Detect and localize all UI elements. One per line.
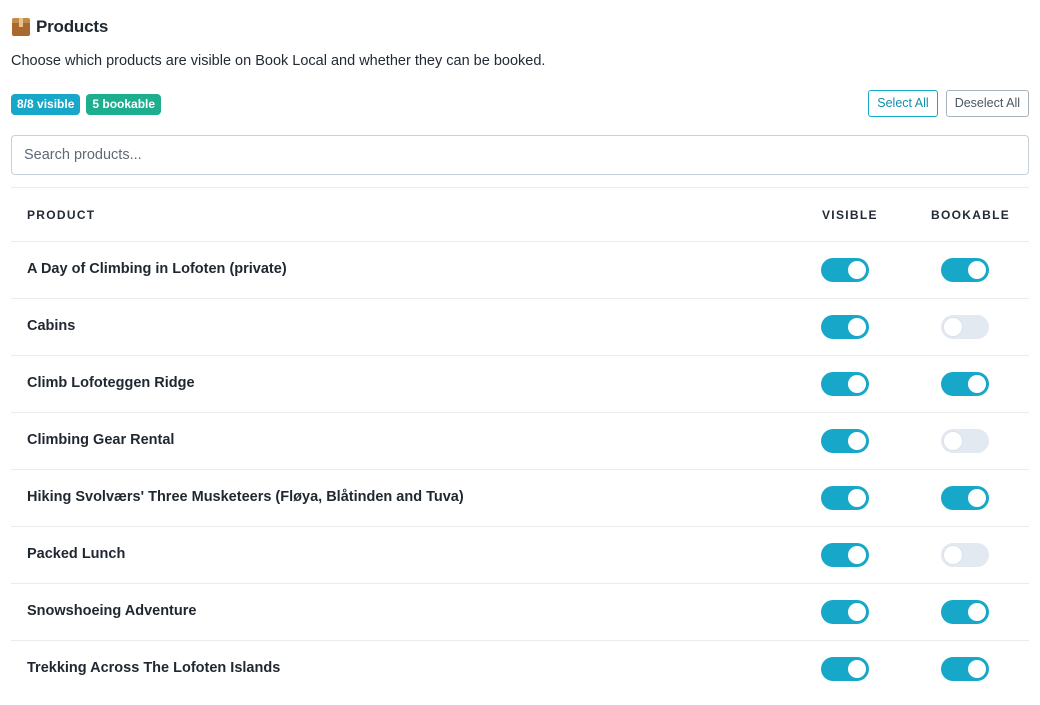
package-icon [11, 17, 31, 37]
toggle-knob [968, 489, 986, 507]
product-name: Climbing Gear Rental [27, 432, 175, 448]
table-row: Climb Lofoteggen Ridge [11, 356, 1029, 413]
bookable-toggle[interactable] [941, 315, 989, 339]
product-name: Cabins [27, 318, 76, 334]
product-name: Hiking Svolværs' Three Musketeers (Fløya… [27, 489, 464, 505]
table-body: A Day of Climbing in Lofoten (private) Ca… [11, 242, 1029, 698]
visible-toggle[interactable] [821, 600, 869, 624]
product-name: Packed Lunch [27, 546, 126, 562]
visible-toggle[interactable] [821, 372, 869, 396]
column-header-bookable: BOOKABLE [931, 208, 1011, 222]
product-name: Trekking Across The Lofoten Islands [27, 660, 281, 676]
table-header: PRODUCT VISIBLE BOOKABLE [11, 188, 1029, 242]
toggle-knob [848, 660, 866, 678]
toggle-knob [848, 261, 866, 279]
panel-description: Choose which products are visible on Boo… [11, 53, 546, 69]
table-row: Hiking Svolværs' Three Musketeers (Fløya… [11, 470, 1029, 527]
table-row: Trekking Across The Lofoten Islands [11, 641, 1029, 698]
toggle-knob [968, 261, 986, 279]
toggle-knob [848, 375, 866, 393]
table-row: Snowshoeing Adventure [11, 584, 1029, 641]
product-name: Snowshoeing Adventure [27, 603, 197, 619]
bookable-toggle[interactable] [941, 258, 989, 282]
toggle-knob [968, 660, 986, 678]
table-row: Climbing Gear Rental [11, 413, 1029, 470]
visible-toggle[interactable] [821, 543, 869, 567]
visible-toggle[interactable] [821, 258, 869, 282]
column-header-visible: VISIBLE [822, 208, 878, 222]
bookable-toggle[interactable] [941, 600, 989, 624]
toggle-knob [944, 546, 962, 564]
toggle-knob [848, 432, 866, 450]
toggle-knob [968, 375, 986, 393]
toggle-knob [968, 603, 986, 621]
toggle-knob [848, 546, 866, 564]
bookable-toggle[interactable] [941, 486, 989, 510]
bookable-toggle[interactable] [941, 543, 989, 567]
table-row: Cabins [11, 299, 1029, 356]
toggle-knob [848, 489, 866, 507]
bookable-toggle[interactable] [941, 429, 989, 453]
visible-toggle[interactable] [821, 429, 869, 453]
panel-heading: Products [11, 15, 108, 39]
toggle-knob [848, 318, 866, 336]
summary-badges: 8/8 visible 5 bookable [11, 94, 162, 115]
table-row: Packed Lunch [11, 527, 1029, 584]
page-title: Products [36, 17, 109, 36]
toggle-knob [944, 318, 962, 336]
visible-toggle[interactable] [821, 657, 869, 681]
products-table: PRODUCT VISIBLE BOOKABLE A Day of Climbi… [11, 187, 1029, 698]
search-input[interactable] [11, 135, 1029, 175]
bookable-toggle[interactable] [941, 657, 989, 681]
table-row: A Day of Climbing in Lofoten (private) [11, 242, 1029, 299]
product-name: Climb Lofoteggen Ridge [27, 375, 195, 391]
visible-count-badge: 8/8 visible [11, 94, 81, 115]
bulk-actions: Select All Deselect All [868, 90, 1029, 117]
toggle-knob [944, 432, 962, 450]
toggle-knob [848, 603, 866, 621]
select-all-button[interactable]: Select All [868, 90, 938, 117]
visible-toggle[interactable] [821, 315, 869, 339]
deselect-all-button[interactable]: Deselect All [945, 90, 1029, 117]
bookable-toggle[interactable] [941, 372, 989, 396]
visible-toggle[interactable] [821, 486, 869, 510]
column-header-product: PRODUCT [27, 208, 96, 222]
product-name: A Day of Climbing in Lofoten (private) [27, 261, 287, 277]
bookable-count-badge: 5 bookable [86, 94, 162, 115]
